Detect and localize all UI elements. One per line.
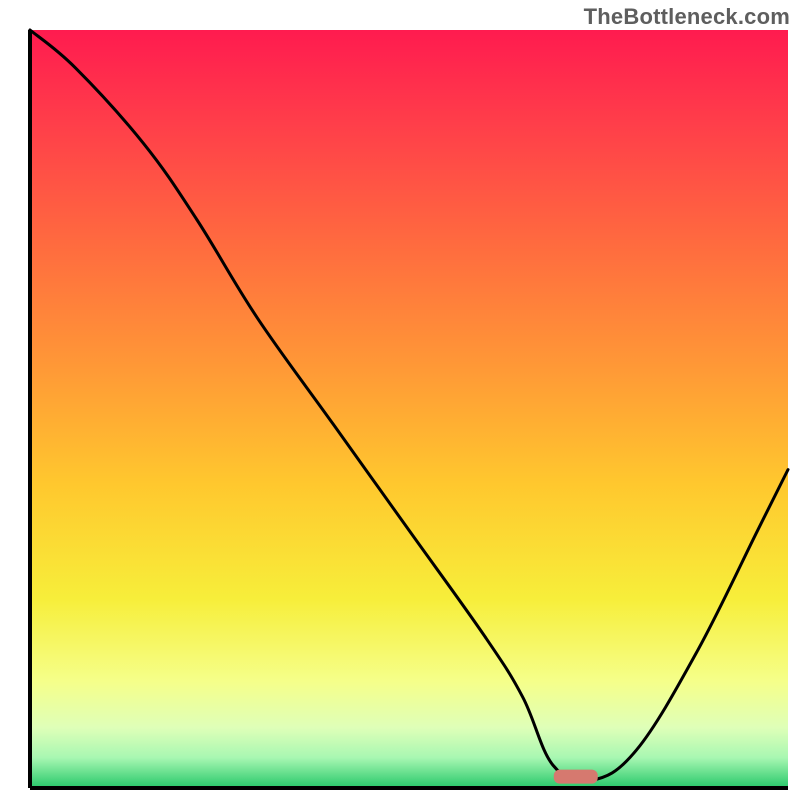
chart-container: TheBottleneck.com	[0, 0, 800, 800]
watermark-text: TheBottleneck.com	[584, 4, 790, 30]
optimal-point-marker	[554, 770, 598, 784]
bottleneck-chart	[0, 0, 800, 800]
